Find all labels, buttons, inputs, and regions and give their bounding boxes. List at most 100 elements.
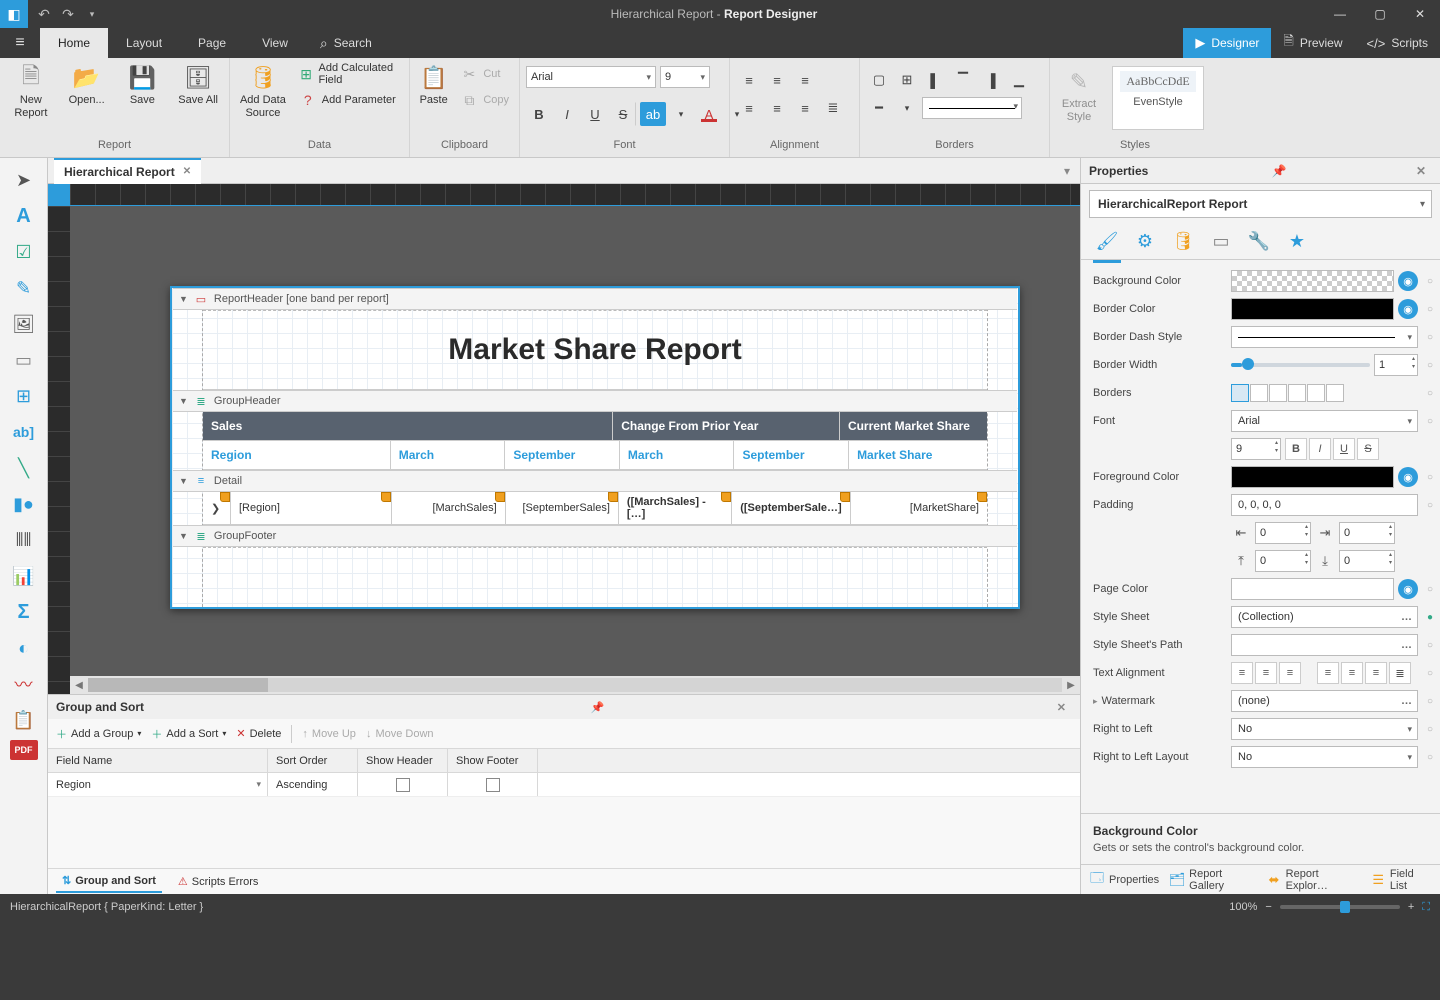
border-color-value[interactable] <box>1231 298 1394 320</box>
valign-top[interactable]: ≡ <box>1231 662 1253 684</box>
cell-sept-sales[interactable]: [SeptemberSales] <box>506 492 619 524</box>
object-selector[interactable]: HierarchicalReport Report <box>1089 190 1432 218</box>
tab-group-sort[interactable]: ⇅Group and Sort <box>56 870 162 893</box>
collapse-icon[interactable]: ▼ <box>179 294 188 304</box>
collapse-icon[interactable]: ▼ <box>179 476 188 486</box>
prop-tab-appearance[interactable]: 🖌 <box>1091 226 1123 258</box>
border-left[interactable]: ▌ <box>922 68 948 92</box>
borders-toggles[interactable] <box>1231 384 1344 402</box>
vertical-ruler[interactable] <box>48 206 70 694</box>
footer-properties[interactable]: 🗔Properties <box>1089 872 1159 888</box>
tool-zipcode[interactable]: 〰 <box>6 668 42 700</box>
tool-picture[interactable]: 🖼 <box>6 308 42 340</box>
move-down-button[interactable]: ↓Move Down <box>366 728 434 740</box>
band-group-header[interactable]: ▼≣GroupHeader <box>173 390 1017 412</box>
scroll-right-icon[interactable]: ▶ <box>1062 680 1080 691</box>
mode-designer[interactable]: ▶Designer <box>1183 28 1271 58</box>
mode-scripts[interactable]: </>Scripts <box>1355 28 1440 58</box>
tab-page[interactable]: Page <box>180 28 244 58</box>
tool-panel[interactable]: ▭ <box>6 344 42 376</box>
align-mid-center[interactable]: ≡ <box>764 96 790 120</box>
gear-icon[interactable]: ◉ <box>1398 579 1418 599</box>
watermark-value[interactable]: (none) <box>1231 690 1418 712</box>
search-box[interactable]: ⌕ Search <box>306 28 386 58</box>
align-mid-left[interactable]: ≡ <box>736 96 762 120</box>
align-justify[interactable]: ≣ <box>820 96 846 120</box>
pin-icon[interactable]: 📌 <box>585 701 611 714</box>
design-canvas[interactable]: ▼▭ReportHeader [one band per report] Mar… <box>70 206 1080 676</box>
stylesheet-value[interactable]: (Collection) <box>1231 606 1418 628</box>
border-dash-value[interactable] <box>1231 326 1418 348</box>
copy-button[interactable]: ⧉Copy <box>457 88 513 112</box>
col-show-footer[interactable]: Show Footer <box>448 749 538 772</box>
scroll-left-icon[interactable]: ◀ <box>70 680 88 691</box>
header-september[interactable]: September <box>505 441 620 469</box>
prop-tab-behavior[interactable]: ⚙ <box>1129 226 1161 258</box>
add-parameter-button[interactable]: ?Add Parameter <box>296 88 403 112</box>
tool-pdf[interactable]: PDF <box>10 740 38 760</box>
font-bold-toggle[interactable]: B <box>1285 438 1307 460</box>
mode-preview[interactable]: 🗎Preview <box>1271 28 1354 58</box>
smart-tag-icon[interactable] <box>840 492 850 502</box>
rtl-layout-value[interactable]: No <box>1231 746 1418 768</box>
zoom-slider[interactable] <box>1280 905 1400 909</box>
open-button[interactable]: 📂Open... <box>62 62 112 107</box>
header-share[interactable]: Market Share <box>849 441 987 469</box>
smart-tag-icon[interactable] <box>977 492 987 502</box>
cut-button[interactable]: ✂Cut <box>457 62 513 86</box>
extract-style-button[interactable]: ✎Extract Style <box>1056 66 1102 123</box>
halign-center[interactable]: ≡ <box>1341 662 1363 684</box>
font-strike-toggle[interactable]: S <box>1357 438 1379 460</box>
close-tab-icon[interactable]: ✕ <box>183 166 191 177</box>
collapse-icon[interactable]: ▼ <box>179 531 188 541</box>
tool-sparkline[interactable]: Σ <box>6 596 42 628</box>
foreground-value[interactable] <box>1231 466 1394 488</box>
tool-pointer[interactable]: ➤ <box>6 164 42 196</box>
border-color-button[interactable]: ▾ <box>894 96 920 120</box>
tool-gauge[interactable]: ◐ <box>6 632 42 664</box>
pin-icon[interactable]: 📌 <box>1266 164 1293 178</box>
delete-button[interactable]: ✕Delete <box>236 727 281 740</box>
cell-sept-expr[interactable]: ([SeptemberSale…] <box>732 492 850 524</box>
pad-bottom[interactable]: 0 <box>1339 550 1395 572</box>
fontcolor-dropdown[interactable]: ▾ <box>668 102 694 126</box>
border-width-button[interactable]: ━ <box>866 96 892 120</box>
new-report-button[interactable]: 🗎New Report <box>6 62 56 119</box>
pad-right[interactable]: 0 <box>1339 522 1395 544</box>
gear-icon[interactable]: ◉ <box>1398 299 1418 319</box>
minimize-button[interactable]: ― <box>1320 0 1360 28</box>
rtl-value[interactable]: No <box>1231 718 1418 740</box>
horizontal-scrollbar[interactable]: ◀ ▶ <box>70 676 1080 694</box>
header-sales[interactable]: Sales <box>203 412 613 440</box>
add-calculated-field-button[interactable]: ⊞Add Calculated Field <box>296 62 403 86</box>
smart-tag-icon[interactable] <box>495 492 505 502</box>
tool-character-comb[interactable]: ab] <box>6 416 42 448</box>
font-name-value[interactable]: Arial <box>1231 410 1418 432</box>
ruler-corner[interactable] <box>48 184 70 206</box>
border-right[interactable]: ▐ <box>978 68 1004 92</box>
halign-right[interactable]: ≡ <box>1365 662 1387 684</box>
col-field-name[interactable]: Field Name <box>48 749 268 772</box>
border-top[interactable]: ▔ <box>950 68 976 92</box>
header-march[interactable]: March <box>391 441 506 469</box>
valign-mid[interactable]: ≡ <box>1255 662 1277 684</box>
page-color-value[interactable] <box>1231 578 1394 600</box>
col-sort-order[interactable]: Sort Order <box>268 749 358 772</box>
border-all[interactable]: ⊞ <box>894 68 920 92</box>
padding-value[interactable]: 0, 0, 0, 0 <box>1231 494 1418 516</box>
row-show-footer[interactable] <box>448 773 538 796</box>
zoom-fit-icon[interactable]: ⛶ <box>1422 901 1430 914</box>
prop-tab-favorites[interactable]: ★ <box>1281 226 1313 258</box>
gear-icon[interactable]: ◉ <box>1398 271 1418 291</box>
footer-explorer[interactable]: ⬌Report Explor… <box>1266 868 1360 892</box>
footer-field-list[interactable]: ☰Field List <box>1371 868 1432 892</box>
border-none[interactable]: ▢ <box>866 68 892 92</box>
border-width-spinner[interactable]: 1 <box>1374 354 1418 376</box>
qat-undo-icon[interactable]: ↶ <box>34 4 54 24</box>
maximize-button[interactable]: ▢ <box>1360 0 1400 28</box>
qat-redo-icon[interactable]: ↷ <box>58 4 78 24</box>
horizontal-ruler[interactable] <box>70 184 1080 206</box>
tool-richtext[interactable]: ✎ <box>6 272 42 304</box>
col-show-header[interactable]: Show Header <box>358 749 448 772</box>
underline-button[interactable]: U <box>582 102 608 126</box>
